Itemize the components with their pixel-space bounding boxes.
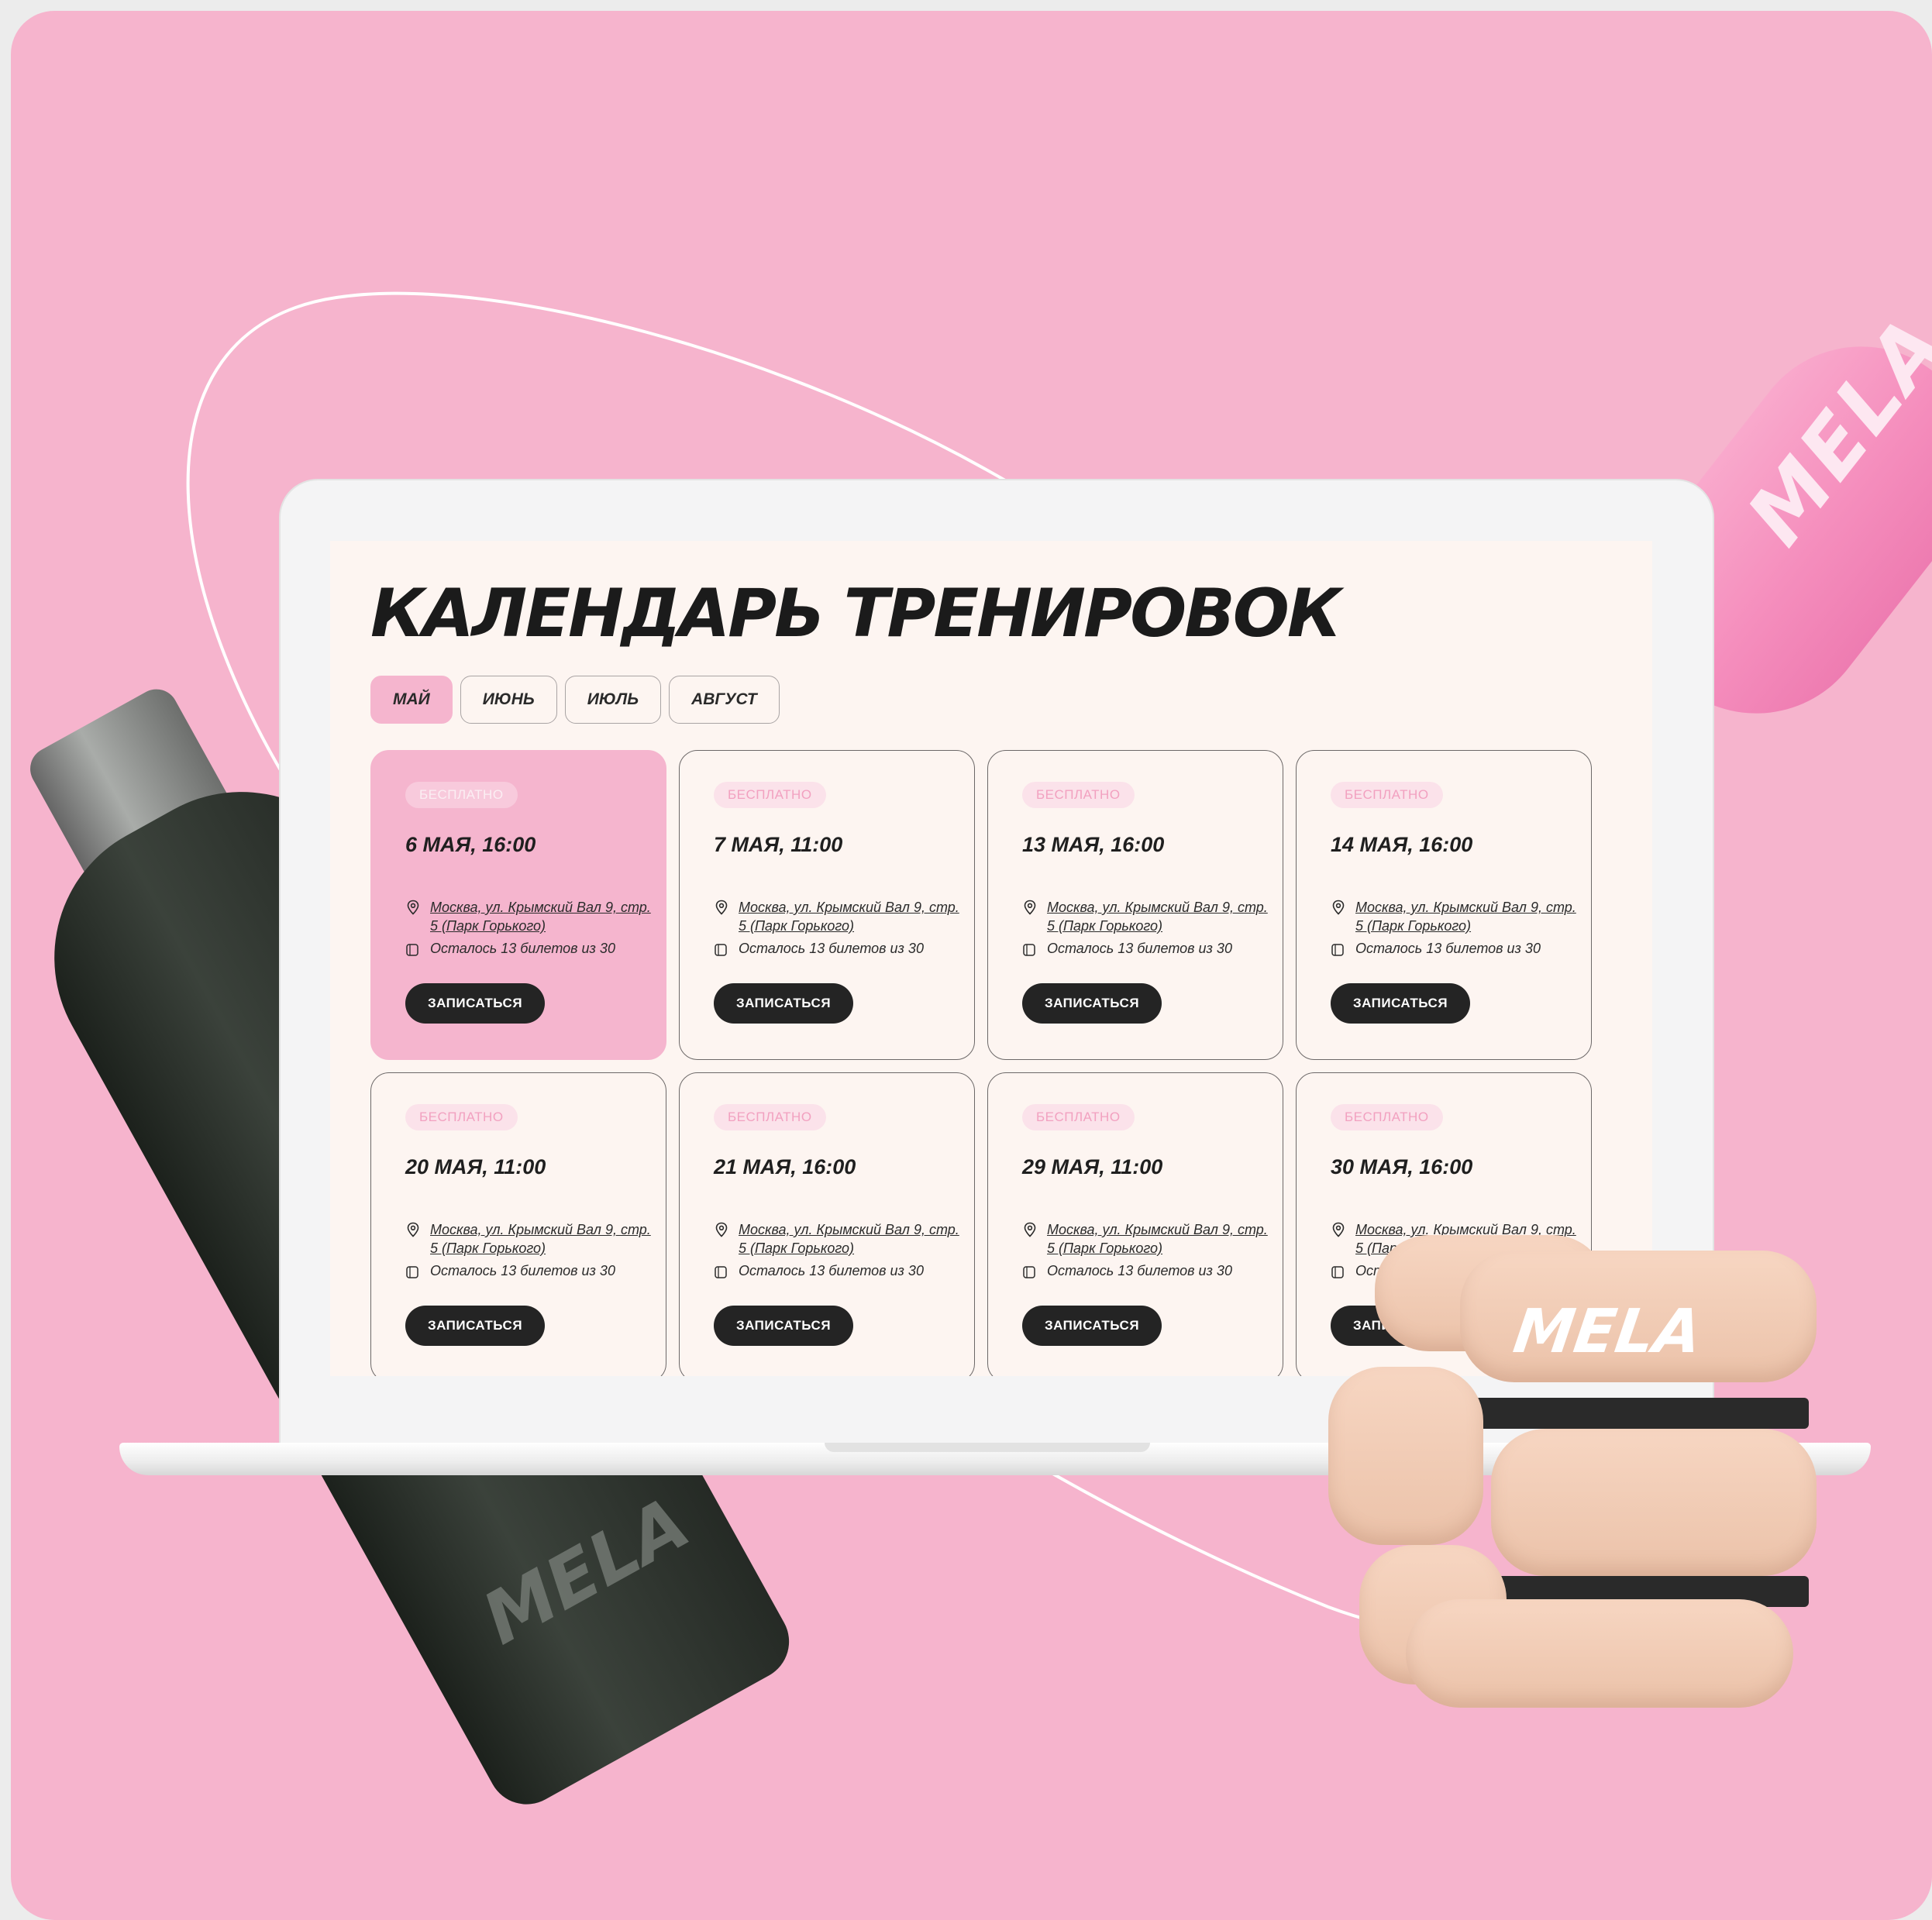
signup-button[interactable]: ЗАПИСАТЬСЯ: [405, 1306, 545, 1346]
signup-button[interactable]: ЗАПИСАТЬСЯ: [405, 983, 545, 1024]
price-badge: БЕСПЛАТНО: [714, 782, 826, 808]
event-card: БЕСПЛАТНО 6 МАЯ, 16:00 Москва, ул. Крымс…: [370, 750, 666, 1060]
location-pin-icon: [407, 1222, 419, 1237]
event-date: 6 МАЯ, 16:00: [405, 833, 536, 856]
ticket-icon: [406, 1266, 418, 1278]
ticket-icon: [715, 1266, 727, 1278]
price-badge: БЕСПЛАТНО: [405, 1104, 518, 1130]
tickets-left: Осталось 13 билетов из 30: [1047, 941, 1232, 956]
tab-july[interactable]: ИЮЛЬ: [564, 676, 662, 724]
signup-button[interactable]: ЗАПИСАТЬСЯ: [1022, 1306, 1162, 1346]
tickets-left: Осталось 13 билетов из 30: [430, 1263, 615, 1278]
event-date: 7 МАЯ, 11:00: [714, 833, 843, 856]
weight-segment: [1491, 1429, 1817, 1576]
event-address-link[interactable]: Москва, ул. Крымский Вал 9, стр. 5 (Парк…: [739, 898, 963, 935]
ticket-icon: [1331, 944, 1344, 956]
signup-button[interactable]: ЗАПИСАТЬСЯ: [714, 983, 853, 1024]
weight-segment: [1328, 1367, 1483, 1545]
event-date: 21 МАЯ, 16:00: [714, 1155, 856, 1178]
event-address-link[interactable]: Москва, ул. Крымский Вал 9, стр. 5 (Парк…: [430, 898, 655, 935]
event-card: БЕСПЛАТНО 13 МАЯ, 16:00 Москва, ул. Крым…: [987, 750, 1283, 1060]
event-address-link[interactable]: Москва, ул. Крымский Вал 9, стр. 5 (Парк…: [739, 1220, 963, 1258]
event-date: 13 МАЯ, 16:00: [1022, 833, 1165, 856]
price-badge: БЕСПЛАТНО: [405, 782, 518, 808]
promo-background: MELA MELA КАЛЕНДАРЬ ТРЕНИРОВОК МАЙ ИЮНЬ …: [11, 11, 1932, 1920]
month-tabs: МАЙ ИЮНЬ ИЮЛЬ АВГУСТ: [370, 676, 780, 724]
location-pin-icon: [1332, 900, 1345, 915]
price-badge: БЕСПЛАТНО: [1331, 782, 1443, 808]
weight-brand-logo: MELA: [1509, 1297, 1706, 1367]
location-pin-icon: [1024, 900, 1036, 915]
tickets-left: Осталось 13 билетов из 30: [739, 1263, 924, 1278]
tickets-left: Осталось 13 билетов из 30: [1047, 1263, 1232, 1278]
event-address-link[interactable]: Москва, ул. Крымский Вал 9, стр. 5 (Парк…: [1047, 898, 1272, 935]
ankle-weight-image: MELA: [1328, 1204, 1871, 1715]
signup-button[interactable]: ЗАПИСАТЬСЯ: [1022, 983, 1162, 1024]
ticket-icon: [1023, 1266, 1035, 1278]
tab-august[interactable]: АВГУСТ: [669, 676, 780, 724]
location-pin-icon: [715, 900, 728, 915]
event-date: 29 МАЯ, 11:00: [1022, 1155, 1163, 1178]
event-card: БЕСПЛАТНО 29 МАЯ, 11:00 Москва, ул. Крым…: [987, 1072, 1283, 1376]
price-badge: БЕСПЛАТНО: [1022, 1104, 1135, 1130]
page-title: КАЛЕНДАРЬ ТРЕНИРОВОК: [370, 575, 1341, 652]
event-date: 20 МАЯ, 11:00: [405, 1155, 546, 1178]
tab-june[interactable]: ИЮНЬ: [460, 676, 557, 724]
ticket-icon: [406, 944, 418, 956]
event-card: БЕСПЛАТНО 7 МАЯ, 11:00 Москва, ул. Крымс…: [679, 750, 975, 1060]
price-badge: БЕСПЛАТНО: [1022, 782, 1135, 808]
tickets-left: Осталось 13 билетов из 30: [430, 941, 615, 956]
ticket-icon: [715, 944, 727, 956]
tab-may[interactable]: МАЙ: [370, 676, 453, 724]
event-address-link[interactable]: Москва, ул. Крымский Вал 9, стр. 5 (Парк…: [1355, 898, 1580, 935]
tickets-left: Осталось 13 билетов из 30: [739, 941, 924, 956]
location-pin-icon: [407, 900, 419, 915]
tickets-left: Осталось 13 билетов из 30: [1355, 941, 1541, 956]
event-address-link[interactable]: Москва, ул. Крымский Вал 9, стр. 5 (Парк…: [1047, 1220, 1272, 1258]
signup-button[interactable]: ЗАПИСАТЬСЯ: [714, 1306, 853, 1346]
location-pin-icon: [715, 1222, 728, 1237]
event-card: БЕСПЛАТНО 21 МАЯ, 16:00 Москва, ул. Крым…: [679, 1072, 975, 1376]
ticket-icon: [1023, 944, 1035, 956]
event-address-link[interactable]: Москва, ул. Крымский Вал 9, стр. 5 (Парк…: [430, 1220, 655, 1258]
event-date: 14 МАЯ, 16:00: [1331, 833, 1473, 856]
event-date: 30 МАЯ, 16:00: [1331, 1155, 1473, 1178]
price-badge: БЕСПЛАТНО: [1331, 1104, 1443, 1130]
weight-segment: [1406, 1599, 1793, 1708]
event-card: БЕСПЛАТНО 14 МАЯ, 16:00 Москва, ул. Крым…: [1296, 750, 1592, 1060]
event-card: БЕСПЛАТНО 20 МАЯ, 11:00 Москва, ул. Крым…: [370, 1072, 666, 1376]
location-pin-icon: [1024, 1222, 1036, 1237]
signup-button[interactable]: ЗАПИСАТЬСЯ: [1331, 983, 1470, 1024]
price-badge: БЕСПЛАТНО: [714, 1104, 826, 1130]
laptop-notch: [825, 1443, 1150, 1452]
